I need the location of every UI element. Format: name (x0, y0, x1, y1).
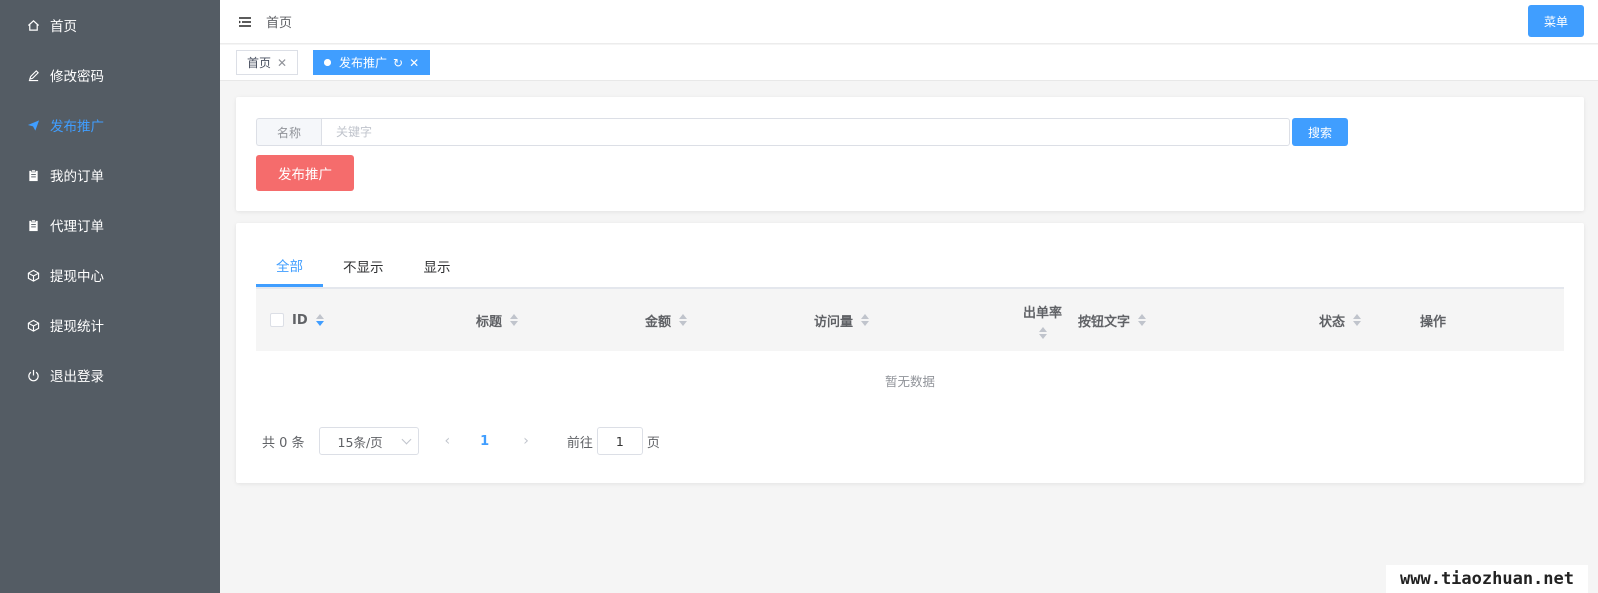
sidebar-item-publish[interactable]: 发布推广 (0, 100, 220, 150)
column-label: 操作 (1420, 314, 1447, 330)
sort-icon[interactable] (861, 314, 870, 326)
clipboard-icon (26, 168, 40, 182)
column-status[interactable]: 状态 (1319, 289, 1362, 351)
top-header: 首页 菜单 (220, 0, 1598, 44)
table-header: ID 标题 金额 访问量 出单率 按钮文字 状态 操作 (256, 289, 1564, 351)
page-number-current[interactable]: 1 (480, 434, 489, 449)
sidebar-item-withdraw-stats[interactable]: 提现统计 (0, 300, 220, 350)
tab-publish[interactable]: 发布推广 ↻ ✕ (313, 50, 431, 75)
sidebar-item-label: 退出登录 (50, 369, 104, 385)
tab-home[interactable]: 首页 ✕ (236, 50, 299, 75)
sort-icon[interactable] (510, 314, 519, 326)
column-id[interactable]: ID (270, 289, 324, 351)
sidebar-item-label: 修改密码 (50, 69, 104, 85)
sidebar-item-label: 首页 (50, 19, 77, 35)
column-label: 状态 (1319, 314, 1346, 330)
search-button[interactable]: 搜索 (1292, 118, 1348, 146)
column-label: 金额 (645, 314, 672, 330)
sort-icon[interactable] (1353, 314, 1362, 326)
page-size-value: 15条/页 (337, 434, 383, 450)
sidebar-item-agent-orders[interactable]: 代理订单 (0, 200, 220, 250)
search-prepend-label: 名称 (256, 118, 321, 146)
publish-button[interactable]: 发布推广 (256, 155, 354, 191)
sidebar-item-label: 提现统计 (50, 319, 104, 335)
sort-icon[interactable] (315, 314, 324, 326)
active-dot-icon (324, 59, 331, 66)
sidebar-item-withdraw-center[interactable]: 提现中心 (0, 250, 220, 300)
tab-label: 首页 (247, 56, 272, 70)
tab-label: 发布推广 (339, 56, 388, 70)
search-input[interactable] (321, 118, 1290, 146)
column-label: 访问量 (814, 314, 854, 330)
sidebar-item-logout[interactable]: 退出登录 (0, 350, 220, 400)
next-page-button[interactable]: › (523, 433, 529, 449)
column-conversion-rate[interactable]: 出单率 (1023, 289, 1062, 351)
empty-text: 暂无数据 (884, 374, 935, 389)
sidebar-item-label: 我的订单 (50, 169, 104, 185)
sidebar-item-change-password[interactable]: 修改密码 (0, 50, 220, 100)
sidebar-item-my-orders[interactable]: 我的订单 (0, 150, 220, 200)
column-actions: 操作 (1420, 289, 1446, 351)
page-size-select[interactable]: 15条/页 (318, 427, 419, 455)
close-icon[interactable]: ✕ (277, 56, 287, 70)
sidebar: 首页 修改密码 发布推广 我的订单 代理订单 提现中心 提现统计 退出登录 (0, 0, 220, 593)
sort-icon[interactable] (679, 314, 688, 326)
table-card: 全部 不显示 显示 ID 标题 金额 访问量 出单率 按钮文字 状态 操作 暂无… (236, 223, 1584, 483)
column-visits[interactable]: 访问量 (814, 289, 870, 351)
tab-hidden[interactable]: 不显示 (323, 245, 404, 287)
filter-tabs: 全部 不显示 显示 (256, 245, 471, 287)
home-icon (26, 18, 40, 32)
edit-icon (26, 68, 40, 82)
column-label: 按钮文字 (1078, 314, 1131, 330)
power-icon (26, 368, 40, 382)
column-label: 标题 (476, 314, 503, 330)
close-icon[interactable]: ✕ (409, 56, 419, 70)
sidebar-item-label: 提现中心 (50, 269, 104, 285)
column-button-text[interactable]: 按钮文字 (1078, 289, 1147, 351)
column-label: ID (292, 312, 308, 328)
column-label: 出单率 (1023, 305, 1063, 321)
sort-icon[interactable] (1038, 326, 1047, 339)
paper-plane-icon (26, 118, 40, 132)
chevron-down-icon (401, 434, 411, 445)
pagination: 共 0 条 15条/页 ‹ 1 › 前往 1 页 (262, 427, 660, 455)
column-amount[interactable]: 金额 (645, 289, 688, 351)
sort-icon[interactable] (1138, 314, 1147, 326)
total-count: 共 0 条 (262, 435, 305, 451)
watermark: www.tiaozhuan.net (1386, 565, 1588, 593)
tab-shown[interactable]: 显示 (404, 245, 471, 287)
sidebar-item-label: 发布推广 (50, 119, 104, 135)
column-title[interactable]: 标题 (476, 289, 519, 351)
sidebar-item-label: 代理订单 (50, 219, 104, 235)
search-card: 名称 搜索 发布推广 (236, 97, 1584, 211)
goto-label: 前往 (566, 435, 593, 451)
search-group: 名称 (256, 118, 1290, 146)
hamburger-icon[interactable] (238, 15, 252, 29)
prev-page-button[interactable]: ‹ (445, 433, 451, 449)
page-tabs-bar: 首页 ✕ 发布推广 ↻ ✕ (220, 45, 1598, 81)
sidebar-item-home[interactable]: 首页 (0, 0, 220, 50)
select-all-checkbox[interactable] (270, 313, 284, 327)
tab-all[interactable]: 全部 (256, 245, 323, 287)
box-icon (26, 318, 40, 332)
menu-button[interactable]: 菜单 (1528, 5, 1584, 37)
box-icon (26, 268, 40, 282)
clipboard-icon (26, 218, 40, 232)
goto-page-input[interactable]: 1 (596, 427, 643, 455)
refresh-icon[interactable]: ↻ (393, 56, 403, 70)
page-suffix: 页 (646, 435, 660, 451)
breadcrumb[interactable]: 首页 (266, 12, 292, 31)
